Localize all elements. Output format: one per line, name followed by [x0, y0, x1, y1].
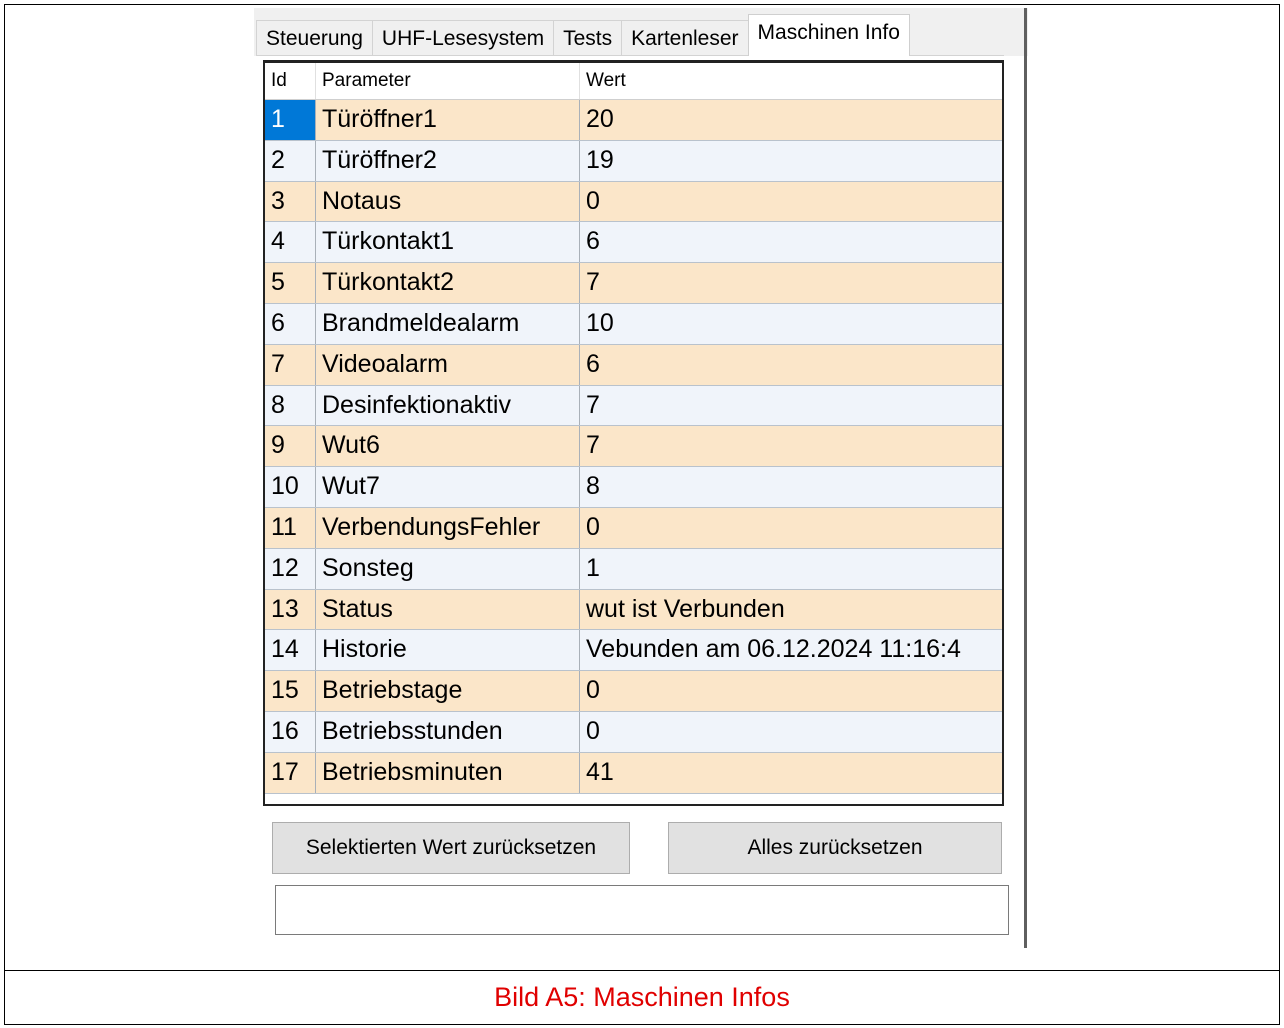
row-parameter-cell[interactable]: VerbendungsFehler: [316, 507, 580, 548]
row-value-cell[interactable]: 0: [580, 508, 1002, 548]
row-value-cell[interactable]: 10: [580, 304, 1002, 344]
table-row[interactable]: 16 Betriebsstunden 0: [265, 711, 1002, 753]
table-row[interactable]: 15 Betriebstage 0: [265, 671, 1002, 712]
column-header-wert[interactable]: Wert: [580, 63, 1002, 99]
row-id-cell[interactable]: 3: [265, 181, 316, 222]
row-parameter-cell[interactable]: Betriebsstunden: [316, 711, 580, 752]
row-value-cell[interactable]: 41: [580, 753, 1002, 793]
row-value-cell[interactable]: 7: [580, 263, 1002, 303]
maschinen-info-panel: Id Parameter Wert 1 Türöffner1 20 2 Türöffne…: [254, 56, 1028, 956]
row-value-cell[interactable]: 20: [580, 100, 1002, 140]
row-value-cell[interactable]: 0: [580, 182, 1002, 222]
row-value-cell[interactable]: 7: [580, 426, 1002, 466]
row-parameter-cell[interactable]: Status: [316, 589, 580, 630]
tab-uhf-lesesystem[interactable]: UHF-Lesesystem: [371, 20, 555, 56]
row-id-cell[interactable]: 9: [265, 426, 316, 467]
row-id-cell[interactable]: 15: [265, 671, 316, 711]
table-row[interactable]: 14 Historie Vebunden am 06.12.2024 11:16:4: [265, 630, 1002, 672]
table-row[interactable]: 9 Wut6 7: [265, 426, 1002, 468]
row-parameter-cell[interactable]: Historie: [316, 630, 580, 671]
row-value-cell[interactable]: 0: [580, 671, 1002, 711]
row-value-cell[interactable]: 19: [580, 141, 1002, 181]
row-value-cell[interactable]: Vebunden am 06.12.2024 11:16:4: [580, 630, 1002, 670]
parameter-grid[interactable]: Id Parameter Wert 1 Türöffner1 20 2 Türöffne…: [263, 60, 1004, 806]
table-row[interactable]: 4 Türkontakt1 6: [265, 222, 1002, 264]
row-id-cell[interactable]: 4: [265, 222, 316, 263]
tab-maschinen-info[interactable]: Maschinen Info: [747, 14, 910, 56]
tab-steuerung[interactable]: Steuerung: [256, 20, 373, 56]
row-parameter-cell[interactable]: Türöffner1: [316, 100, 580, 140]
row-parameter-cell[interactable]: Türöffner2: [316, 140, 580, 181]
row-id-cell[interactable]: 13: [265, 589, 316, 630]
table-row[interactable]: 12 Sonsteg 1: [265, 548, 1002, 590]
row-id-cell[interactable]: 7: [265, 344, 316, 385]
row-id-cell[interactable]: 12: [265, 548, 316, 589]
tab-bar: Steuerung UHF-Lesesystem Tests Kartenles…: [256, 14, 910, 56]
row-id-cell[interactable]: 2: [265, 140, 316, 181]
caption-divider: [4, 970, 1280, 971]
reset-selected-button[interactable]: Selektierten Wert zurücksetzen: [272, 822, 630, 874]
row-parameter-cell[interactable]: Türkontakt2: [316, 263, 580, 303]
row-id-cell[interactable]: 16: [265, 711, 316, 752]
row-id-cell[interactable]: 5: [265, 263, 316, 303]
table-row[interactable]: 6 Brandmeldealarm 10: [265, 303, 1002, 345]
row-parameter-cell[interactable]: Wut6: [316, 426, 580, 467]
row-value-cell[interactable]: 0: [580, 712, 1002, 752]
reset-all-button[interactable]: Alles zurücksetzen: [668, 822, 1002, 874]
row-id-cell[interactable]: 10: [265, 467, 316, 507]
row-value-cell[interactable]: 1: [580, 549, 1002, 589]
grid-header: Id Parameter Wert: [265, 63, 1002, 100]
row-value-cell[interactable]: 6: [580, 345, 1002, 385]
table-row[interactable]: 13 Status wut ist Verbunden: [265, 589, 1002, 631]
row-id-cell[interactable]: 6: [265, 303, 316, 344]
row-parameter-cell[interactable]: Sonsteg: [316, 548, 580, 589]
tab-kartenleser[interactable]: Kartenleser: [621, 20, 749, 56]
row-value-cell[interactable]: 8: [580, 467, 1002, 507]
table-row[interactable]: 17 Betriebsminuten 41: [265, 752, 1002, 794]
table-row[interactable]: 2 Türöffner2 19: [265, 140, 1002, 182]
table-row[interactable]: 3 Notaus 0: [265, 181, 1002, 223]
row-id-cell[interactable]: 14: [265, 630, 316, 671]
row-id-cell[interactable]: 1: [265, 100, 316, 140]
table-row[interactable]: 5 Türkontakt2 7: [265, 263, 1002, 304]
row-parameter-cell[interactable]: Türkontakt1: [316, 222, 580, 263]
table-row[interactable]: 10 Wut7 8: [265, 467, 1002, 508]
column-header-id[interactable]: Id: [265, 63, 316, 99]
tab-tests[interactable]: Tests: [553, 20, 623, 56]
table-row[interactable]: 11 VerbendungsFehler 0: [265, 507, 1002, 549]
row-value-cell[interactable]: 6: [580, 222, 1002, 262]
table-row[interactable]: 1 Türöffner1 20: [265, 100, 1002, 141]
row-parameter-cell[interactable]: Betriebsminuten: [316, 752, 580, 793]
column-header-parameter[interactable]: Parameter: [316, 63, 580, 99]
status-textbox[interactable]: [275, 885, 1009, 935]
row-value-cell[interactable]: wut ist Verbunden: [580, 590, 1002, 630]
row-parameter-cell[interactable]: Betriebstage: [316, 671, 580, 711]
row-parameter-cell[interactable]: Wut7: [316, 467, 580, 507]
table-row[interactable]: 7 Videoalarm 6: [265, 344, 1002, 386]
grid-body: 1 Türöffner1 20 2 Türöffner2 19 3 Notaus 0 4 Türko…: [265, 100, 1002, 794]
table-row[interactable]: 8 Desinfektionaktiv 7: [265, 385, 1002, 427]
figure-caption: Bild A5: Maschinen Infos: [494, 982, 790, 1012]
row-id-cell[interactable]: 11: [265, 507, 316, 548]
window-right-border: [1024, 8, 1027, 948]
row-value-cell[interactable]: 7: [580, 386, 1002, 426]
application-window: Steuerung UHF-Lesesystem Tests Kartenles…: [254, 8, 1028, 956]
row-id-cell[interactable]: 8: [265, 385, 316, 426]
row-parameter-cell[interactable]: Brandmeldealarm: [316, 303, 580, 344]
row-parameter-cell[interactable]: Videoalarm: [316, 344, 580, 385]
row-parameter-cell[interactable]: Notaus: [316, 181, 580, 222]
row-parameter-cell[interactable]: Desinfektionaktiv: [316, 385, 580, 426]
row-id-cell[interactable]: 17: [265, 752, 316, 793]
